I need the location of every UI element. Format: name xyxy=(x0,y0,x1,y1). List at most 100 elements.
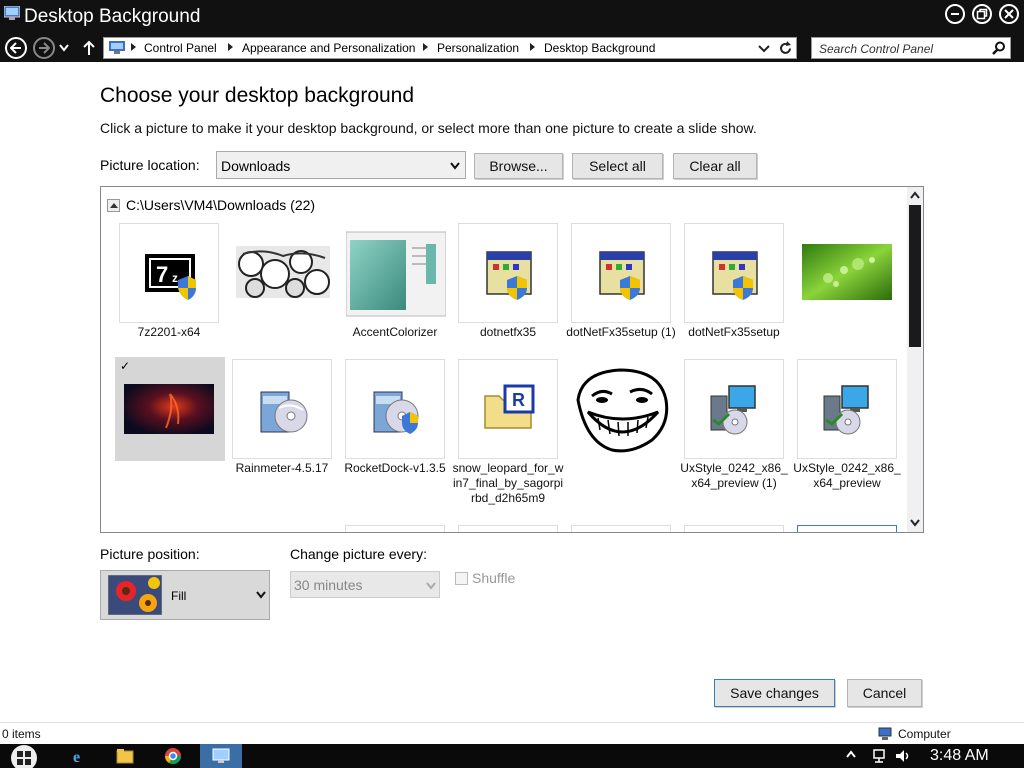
gallery-item[interactable]: ✓ xyxy=(115,357,225,461)
setup-disc-shield-icon xyxy=(373,391,419,434)
taskbar-explorer[interactable] xyxy=(104,744,146,768)
check-icon[interactable]: ✓ xyxy=(120,359,130,373)
browse-button[interactable]: Browse... xyxy=(474,153,563,179)
picture-position-value: Fill xyxy=(171,589,187,603)
gallery-item[interactable]: 7 z xyxy=(119,223,219,323)
breadcrumb-appearance[interactable]: Appearance and Personalization xyxy=(242,41,415,55)
chevron-down-icon[interactable] xyxy=(758,45,770,53)
control-panel-icon xyxy=(4,6,20,20)
status-item-count: 0 items xyxy=(2,727,41,741)
shuffle-checkbox[interactable]: Shuffle xyxy=(455,570,515,586)
volume-icon[interactable] xyxy=(894,748,910,764)
taskbar-clock[interactable]: 3:48 AM xyxy=(930,747,989,765)
address-bar[interactable]: Control Panel Appearance and Personaliza… xyxy=(103,37,797,59)
refresh-icon[interactable] xyxy=(778,41,793,56)
breadcrumb-separator-icon xyxy=(228,43,233,51)
breadcrumb-desktop-background[interactable]: Desktop Background xyxy=(544,41,655,55)
svg-text:e: e xyxy=(73,749,80,765)
gallery-item[interactable] xyxy=(684,359,784,459)
gallery-item[interactable] xyxy=(797,223,897,323)
gallery-group-header[interactable]: C:\Users\VM4\Downloads (22) xyxy=(107,197,315,213)
up-arrow-icon[interactable] xyxy=(82,40,96,56)
close-icon xyxy=(1004,9,1014,19)
save-changes-button[interactable]: Save changes xyxy=(714,679,835,707)
minimize-icon xyxy=(951,13,959,15)
breadcrumb-separator-icon xyxy=(423,43,428,51)
gallery-item[interactable] xyxy=(345,525,445,532)
gallery-item[interactable] xyxy=(571,359,671,459)
gallery-item[interactable] xyxy=(797,525,897,532)
installer-computer-icon xyxy=(823,385,869,435)
picture-gallery[interactable]: C:\Users\VM4\Downloads (22) 7 z 7z2201-x… xyxy=(100,186,924,533)
gallery-item-label: Rainmeter-4.5.17 xyxy=(235,461,329,475)
rar-archive-icon: R xyxy=(484,384,535,429)
gallery-scrollbar[interactable] xyxy=(907,187,923,532)
gallery-item[interactable] xyxy=(571,223,671,323)
recent-pages-chevron-icon[interactable] xyxy=(59,44,69,52)
start-button-icon[interactable] xyxy=(4,744,44,768)
change-picture-label: Change picture every: xyxy=(290,546,427,562)
svg-text:z: z xyxy=(172,271,178,285)
taskbar: e 3:48 AM xyxy=(0,744,1024,768)
gallery-item[interactable] xyxy=(458,525,558,532)
gallery-item[interactable] xyxy=(797,359,897,459)
picture-location-label: Picture location: xyxy=(100,157,200,173)
red-smoke-wallpaper xyxy=(124,384,214,434)
installer-window-icon xyxy=(712,251,758,300)
gallery-item-label: dotNetFx35setup xyxy=(688,325,780,339)
troll-face-image xyxy=(576,368,669,453)
gallery-item[interactable] xyxy=(684,525,784,532)
clear-all-button[interactable]: Clear all xyxy=(673,153,757,179)
gallery-item[interactable] xyxy=(458,223,558,323)
scroll-down-icon[interactable] xyxy=(910,519,920,527)
search-icon[interactable] xyxy=(992,41,1006,55)
cancel-button[interactable]: Cancel xyxy=(847,679,922,707)
breadcrumb-control-panel[interactable]: Control Panel xyxy=(144,41,217,55)
control-panel-small-icon xyxy=(109,41,125,54)
gallery-item-label: dotnetfx35 xyxy=(479,325,537,339)
select-all-button[interactable]: Select all xyxy=(572,153,663,179)
title-bar: Desktop Background xyxy=(0,0,1024,34)
page-subtitle: Click a picture to make it your desktop … xyxy=(100,120,757,136)
gallery-item[interactable] xyxy=(571,525,671,532)
breadcrumb-personalization[interactable]: Personalization xyxy=(437,41,519,55)
scroll-up-icon[interactable] xyxy=(910,191,920,199)
restore-button[interactable] xyxy=(972,4,992,24)
taskbar-chrome[interactable] xyxy=(152,744,194,768)
7zip-installer-icon: 7 z xyxy=(145,254,196,300)
gallery-item[interactable] xyxy=(345,223,447,323)
gallery-item[interactable] xyxy=(232,359,332,459)
arrow-right-icon xyxy=(39,42,50,54)
folder-icon xyxy=(116,749,134,764)
checkbox-box[interactable] xyxy=(455,572,468,585)
chevron-down-icon xyxy=(256,591,266,599)
change-interval-select[interactable]: 30 minutes xyxy=(290,571,440,598)
taskbar-control-panel[interactable] xyxy=(200,744,242,768)
svg-text:7: 7 xyxy=(156,262,168,287)
gallery-item[interactable] xyxy=(684,223,784,323)
gallery-item[interactable] xyxy=(345,359,445,459)
picture-location-select[interactable]: Downloads xyxy=(216,151,466,179)
close-button[interactable] xyxy=(999,4,1019,24)
breadcrumb-separator-icon xyxy=(131,43,136,51)
gallery-item[interactable]: R xyxy=(458,359,558,459)
forward-button[interactable] xyxy=(33,37,55,59)
collapse-icon[interactable] xyxy=(107,199,120,212)
control-panel-icon xyxy=(212,748,230,763)
gallery-scrollbar-thumb[interactable] xyxy=(909,205,921,347)
network-icon[interactable] xyxy=(872,748,888,764)
picture-position-label: Picture position: xyxy=(100,546,200,562)
minimize-button[interactable] xyxy=(945,4,965,24)
picture-position-select[interactable]: Fill xyxy=(100,570,270,620)
gallery-item-label: UxStyle_0242_x86_x64_preview xyxy=(793,461,901,490)
search-input[interactable]: Search Control Panel xyxy=(811,37,1011,59)
show-hidden-icons-icon[interactable] xyxy=(846,750,856,758)
chrome-icon xyxy=(164,748,182,765)
shuffle-label: Shuffle xyxy=(472,570,516,586)
back-button[interactable] xyxy=(5,37,27,59)
fill-position-preview-icon xyxy=(108,575,162,615)
taskbar-ie[interactable]: e xyxy=(58,744,100,768)
gallery-item-label: RocketDock-v1.3.5 xyxy=(344,461,446,475)
gallery-item[interactable] xyxy=(232,223,332,323)
chevron-down-icon xyxy=(450,162,460,170)
